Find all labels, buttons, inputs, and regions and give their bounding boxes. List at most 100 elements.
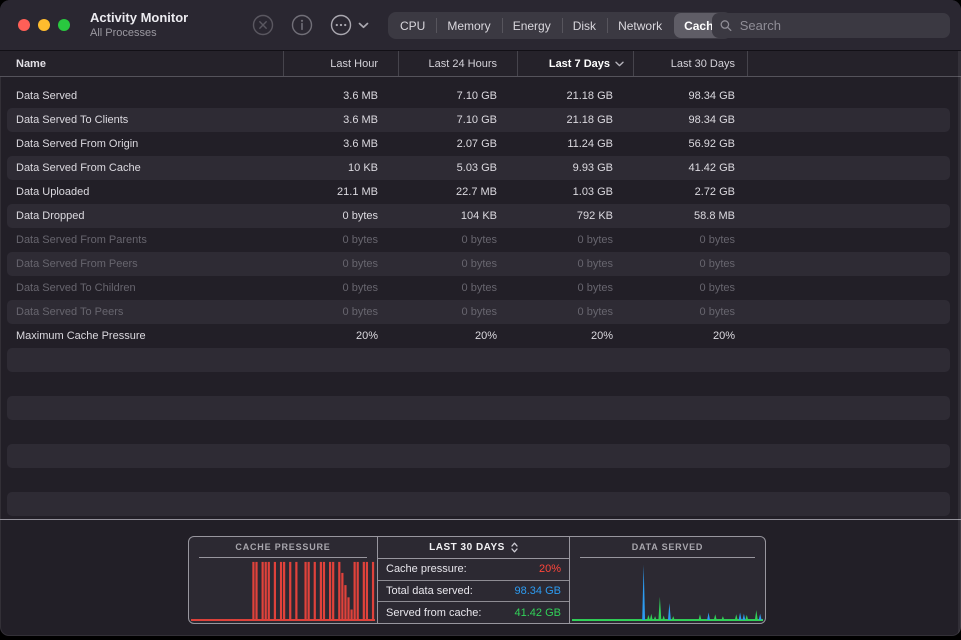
- row-name-cell: Data Served From Peers: [7, 258, 283, 270]
- view-segmented-control: CPUMemoryEnergyDiskNetworkCache: [388, 12, 732, 39]
- sorted-column-label: Last 7 Days: [549, 58, 610, 70]
- row-name-cell: Data Served From Origin: [7, 138, 283, 150]
- ellipsis-circle-icon: [330, 14, 352, 36]
- sort-updown-icon: [511, 542, 518, 553]
- row-value-cell: 0 bytes: [283, 258, 398, 270]
- column-header-last-7-days[interactable]: Last 7 Days: [517, 51, 633, 76]
- stat-value: 98.34 GB: [515, 585, 561, 597]
- row-value-cell: 3.6 MB: [283, 138, 398, 150]
- empty-table-row: [7, 420, 950, 444]
- row-value-cell: 2.07 GB: [398, 138, 517, 150]
- row-value-cell: 56.92 GB: [633, 138, 747, 150]
- stat-value: 41.42 GB: [515, 607, 561, 619]
- stat-row: Total data served: 98.34 GB: [378, 581, 569, 603]
- row-value-cell: 0 bytes: [633, 258, 747, 270]
- search-field[interactable]: [712, 13, 950, 38]
- row-value-cell: 20%: [517, 330, 633, 342]
- row-value-cell: 98.34 GB: [633, 90, 747, 102]
- row-value-cell: 21.18 GB: [517, 114, 633, 126]
- row-value-cell: 0 bytes: [283, 306, 398, 318]
- row-value-cell: 5.03 GB: [398, 162, 517, 174]
- tab-cpu[interactable]: CPU: [389, 12, 436, 39]
- row-value-cell: 0 bytes: [398, 234, 517, 246]
- title-bar: Activity Monitor All Processes: [0, 0, 961, 51]
- data-served-title: DATA SERVED: [570, 542, 765, 552]
- row-name-cell: Data Uploaded: [7, 186, 283, 198]
- row-name-cell: Data Served To Clients: [7, 114, 283, 126]
- row-value-cell: 7.10 GB: [398, 90, 517, 102]
- row-value-cell: 0 bytes: [517, 234, 633, 246]
- table-row[interactable]: Data Dropped0 bytes104 KB792 KB58.8 MB: [7, 204, 950, 228]
- stop-process-button[interactable]: [252, 14, 274, 36]
- row-name-cell: Data Served To Peers: [7, 306, 283, 318]
- minimize-button[interactable]: [38, 19, 50, 31]
- data-served-graph: [572, 558, 763, 621]
- table-row[interactable]: Data Served From Origin3.6 MB2.07 GB11.2…: [7, 132, 950, 156]
- row-value-cell: 58.8 MB: [633, 210, 747, 222]
- row-value-cell: 792 KB: [517, 210, 633, 222]
- zoom-button[interactable]: [58, 19, 70, 31]
- row-value-cell: 3.6 MB: [283, 114, 398, 126]
- table-row[interactable]: Data Served From Cache10 KB5.03 GB9.93 G…: [7, 156, 950, 180]
- column-header-last-24-hours[interactable]: Last 24 Hours: [398, 51, 517, 76]
- table-row[interactable]: Data Uploaded21.1 MB22.7 MB1.03 GB2.72 G…: [7, 180, 950, 204]
- row-value-cell: 0 bytes: [398, 258, 517, 270]
- title-block: Activity Monitor All Processes: [90, 9, 188, 40]
- empty-table-row: [7, 444, 950, 468]
- close-button[interactable]: [18, 19, 30, 31]
- row-value-cell: 22.7 MB: [398, 186, 517, 198]
- table-row[interactable]: Data Served3.6 MB7.10 GB21.18 GB98.34 GB: [7, 84, 950, 108]
- footer-separator: [0, 519, 961, 520]
- table-row[interactable]: Maximum Cache Pressure20%20%20%20%: [7, 324, 950, 348]
- row-value-cell: 7.10 GB: [398, 114, 517, 126]
- stat-label: Cache pressure:: [386, 563, 467, 575]
- table-row[interactable]: Data Served To Clients3.6 MB7.10 GB21.18…: [7, 108, 950, 132]
- empty-table-row: [7, 396, 950, 420]
- row-value-cell: 0 bytes: [517, 306, 633, 318]
- column-header-name[interactable]: Name: [0, 51, 283, 76]
- row-value-cell: 104 KB: [398, 210, 517, 222]
- row-value-cell: 9.93 GB: [517, 162, 633, 174]
- tab-energy[interactable]: Energy: [502, 12, 562, 39]
- row-value-cell: 0 bytes: [517, 282, 633, 294]
- row-value-cell: 0 bytes: [283, 234, 398, 246]
- empty-table-row: [7, 372, 950, 396]
- row-value-cell: 21.18 GB: [517, 90, 633, 102]
- row-value-cell: 2.72 GB: [633, 186, 747, 198]
- table-row[interactable]: Data Served From Peers0 bytes0 bytes0 by…: [7, 252, 950, 276]
- row-value-cell: 20%: [633, 330, 747, 342]
- more-options-button[interactable]: [330, 14, 352, 36]
- column-header-last-30-days[interactable]: Last 30 Days: [633, 51, 747, 76]
- table-row[interactable]: Data Served To Peers0 bytes0 bytes0 byte…: [7, 300, 950, 324]
- row-value-cell: 0 bytes: [283, 210, 398, 222]
- row-name-cell: Data Served From Parents: [7, 234, 283, 246]
- stat-label: Served from cache:: [386, 607, 481, 619]
- period-selector[interactable]: LAST 30 DAYS: [378, 537, 569, 559]
- table-row[interactable]: Data Served To Children0 bytes0 bytes0 b…: [7, 276, 950, 300]
- stat-label: Total data served:: [386, 585, 473, 597]
- tab-memory[interactable]: Memory: [436, 12, 501, 39]
- chevron-down-icon: [358, 22, 369, 29]
- table-header: Name Last Hour Last 24 Hours Last 7 Days…: [0, 51, 961, 77]
- search-input[interactable]: [738, 17, 942, 34]
- row-name-cell: Data Dropped: [7, 210, 283, 222]
- period-stats-section: LAST 30 DAYS Cache pressure:20%Total dat…: [377, 537, 570, 623]
- column-header-last-hour[interactable]: Last Hour: [283, 51, 398, 76]
- cache-pressure-section: CACHE PRESSURE: [189, 537, 377, 623]
- empty-table-row: [7, 492, 950, 516]
- row-name-cell: Data Served To Children: [7, 282, 283, 294]
- row-value-cell: 3.6 MB: [283, 90, 398, 102]
- row-value-cell: 10 KB: [283, 162, 398, 174]
- row-value-cell: 11.24 GB: [517, 138, 633, 150]
- info-circle-icon: [291, 14, 313, 36]
- tab-disk[interactable]: Disk: [562, 12, 607, 39]
- inspect-process-button[interactable]: [291, 14, 313, 36]
- stat-row: Served from cache: 41.42 GB: [378, 602, 569, 623]
- tab-network[interactable]: Network: [607, 12, 673, 39]
- row-name-cell: Data Served From Cache: [7, 162, 283, 174]
- traffic-lights: [18, 19, 70, 31]
- more-options-chevron[interactable]: [358, 16, 369, 34]
- table-row[interactable]: Data Served From Parents0 bytes0 bytes0 …: [7, 228, 950, 252]
- row-value-cell: 0 bytes: [398, 282, 517, 294]
- statistics-table: Data Served3.6 MB7.10 GB21.18 GB98.34 GB…: [0, 78, 961, 516]
